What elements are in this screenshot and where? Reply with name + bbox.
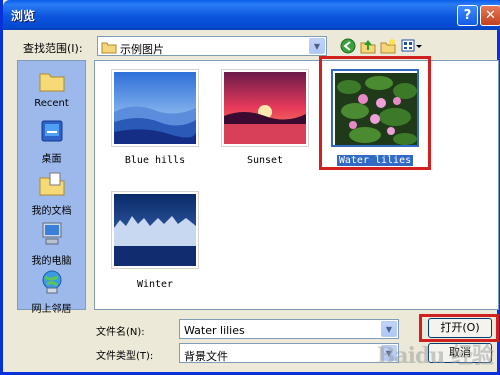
file-thumbnail-sunset[interactable] (221, 69, 309, 147)
folder-icon (101, 42, 117, 54)
close-button[interactable]: ✕ (480, 5, 500, 26)
back-icon[interactable] (340, 38, 356, 54)
browse-dialog: 浏览 ? ✕ 查找范围(I): 示例图片 ▼ Recent 桌面 我的文档 我的… (0, 0, 500, 375)
place-my-documents[interactable]: 我的文档 (18, 171, 85, 217)
place-label: 网上邻居 (31, 304, 72, 315)
new-folder-icon[interactable] (380, 38, 396, 54)
file-thumbnail-winter[interactable] (111, 191, 199, 269)
my-documents-icon (39, 172, 64, 196)
sunset-thumbnail (224, 72, 306, 144)
filetype-label: 文件类型(T): (96, 351, 154, 362)
chevron-down-icon[interactable]: ▼ (381, 321, 397, 337)
place-desktop[interactable]: 桌面 (18, 119, 85, 165)
recent-folder-icon (39, 73, 64, 92)
file-name[interactable]: Blue hills (105, 155, 205, 166)
file-thumbnail-blue-hills[interactable] (111, 69, 199, 147)
place-label: 桌面 (41, 154, 62, 165)
places-bar: Recent 桌面 我的文档 我的电脑 网上邻居 (17, 60, 86, 315)
file-name[interactable]: Sunset (215, 155, 315, 166)
filename-label: 文件名(N): (96, 327, 145, 338)
open-button[interactable]: 打开(O) (428, 318, 492, 338)
title-bar: 浏览 ? ✕ (3, 0, 500, 30)
my-computer-icon (42, 222, 61, 245)
look-in-value: 示例图片 (120, 43, 164, 56)
place-label: 我的文档 (31, 206, 72, 217)
file-list-view[interactable]: Blue hills Sunset Water lilies Winter (94, 60, 499, 310)
place-my-computer[interactable]: 我的电脑 (18, 221, 85, 267)
filename-value: Water lilies (184, 324, 245, 337)
network-icon (42, 270, 61, 294)
place-network[interactable]: 网上邻居 (18, 269, 85, 315)
chevron-down-icon[interactable]: ▼ (309, 38, 325, 54)
file-name[interactable]: Winter (105, 279, 205, 290)
look-in-label: 查找范围(I): (23, 42, 83, 55)
filename-input[interactable]: Water lilies ▼ (179, 319, 399, 339)
blue-hills-thumbnail (114, 72, 196, 144)
annotation-outline (319, 56, 431, 170)
view-menu-icon[interactable] (401, 38, 423, 54)
place-label: Recent (34, 98, 69, 109)
desktop-icon (41, 120, 62, 142)
filetype-value: 背景文件 (184, 350, 228, 363)
watermark-logo: Baidu 经验 (376, 343, 494, 369)
winter-thumbnail (114, 194, 196, 266)
place-label: 我的电脑 (31, 256, 72, 267)
filetype-dropdown[interactable]: 背景文件 ▼ (179, 343, 399, 363)
up-folder-icon[interactable] (360, 38, 376, 54)
help-button[interactable]: ? (457, 5, 478, 26)
look-in-dropdown[interactable]: 示例图片 ▼ (97, 36, 327, 56)
place-recent[interactable]: Recent (18, 69, 85, 109)
window-title: 浏览 (11, 9, 36, 23)
